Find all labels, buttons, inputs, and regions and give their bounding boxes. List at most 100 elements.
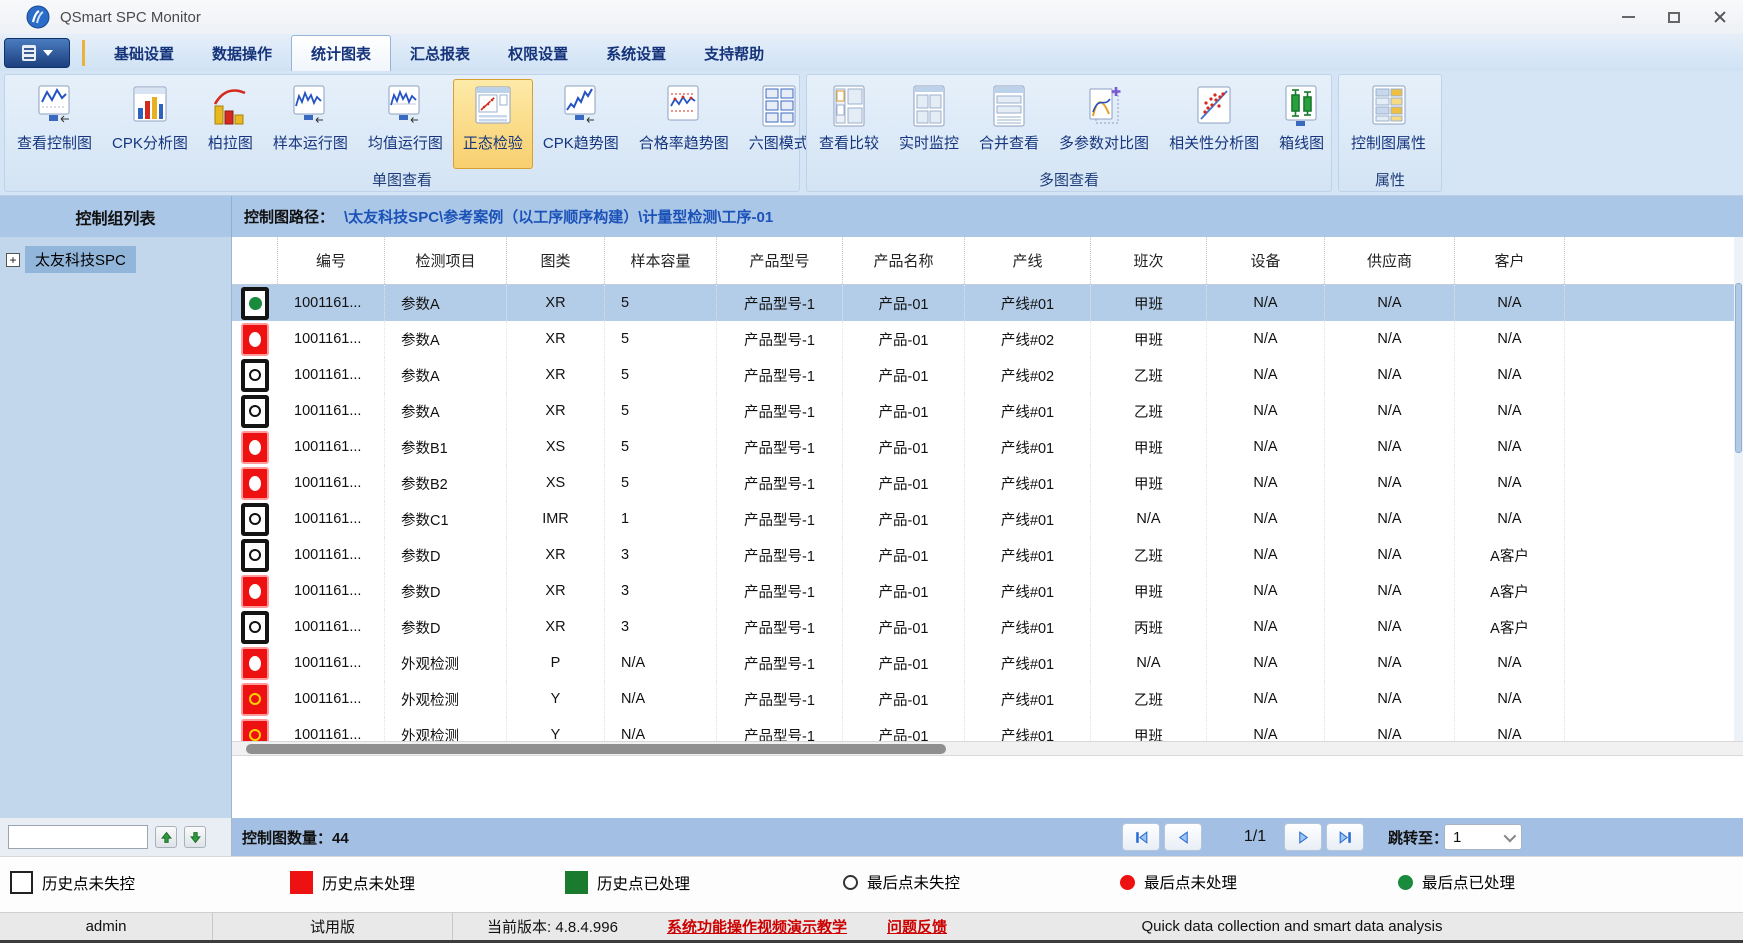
tab-6[interactable]: 系统设置 bbox=[587, 36, 685, 71]
table-row-3[interactable]: 1001161...参数AXR5产品型号-1产品-01产线#02乙班N/AN/A… bbox=[232, 357, 1743, 393]
column-header-5[interactable]: 产品型号 bbox=[717, 237, 843, 284]
column-header-4[interactable]: 样本容量 bbox=[605, 237, 717, 284]
tab-3[interactable]: 统计图表 bbox=[291, 35, 391, 71]
boxplot-icon bbox=[1281, 84, 1323, 128]
table-row-10[interactable]: 1001161...参数DXR3产品型号-1产品-01产线#01丙班N/AN/A… bbox=[232, 609, 1743, 645]
cell-检测项目: 参数A bbox=[385, 285, 507, 321]
table-row-12[interactable]: 1001161...外观检测YN/A产品型号-1产品-01产线#01乙班N/AN… bbox=[232, 681, 1743, 717]
status-cell bbox=[232, 537, 278, 573]
cell-编号: 1001161... bbox=[278, 645, 385, 681]
cell-图类: XR bbox=[507, 573, 605, 609]
hollow-circle-black-icon bbox=[241, 611, 269, 644]
多参数对比图-button[interactable]: 多参数对比图 bbox=[1049, 79, 1159, 169]
column-header-11[interactable]: 客户 bbox=[1455, 237, 1565, 284]
column-header-9[interactable]: 设备 bbox=[1207, 237, 1325, 284]
vertical-scrollbar[interactable] bbox=[1734, 237, 1743, 741]
table-row-1[interactable]: 1001161...参数AXR5产品型号-1产品-01产线#01甲班N/AN/A… bbox=[232, 285, 1743, 321]
minimize-button[interactable] bbox=[1605, 2, 1651, 32]
column-header-7[interactable]: 产线 bbox=[965, 237, 1091, 284]
first-page-icon bbox=[1133, 829, 1150, 846]
column-header-1[interactable]: 编号 bbox=[278, 237, 385, 284]
cell-样本容量: 3 bbox=[605, 573, 717, 609]
cell-检测项目: 参数D bbox=[385, 537, 507, 573]
video-tutorial-link[interactable]: 系统功能操作视频演示教学 bbox=[667, 916, 847, 937]
status-edition: 试用版 bbox=[212, 913, 452, 940]
next-page-icon bbox=[1295, 829, 1312, 846]
app-menu-button[interactable] bbox=[4, 38, 70, 68]
status-tagline: Quick data collection and smart data ana… bbox=[972, 913, 1612, 940]
table-row-4[interactable]: 1001161...参数AXR5产品型号-1产品-01产线#01乙班N/AN/A… bbox=[232, 393, 1743, 429]
查看控制图-button[interactable]: 查看控制图 bbox=[7, 79, 102, 169]
tree-expander-icon[interactable]: + bbox=[6, 253, 20, 267]
tab-1[interactable]: 基础设置 bbox=[95, 36, 193, 71]
tab-5[interactable]: 权限设置 bbox=[489, 36, 587, 71]
样本运行图-button[interactable]: 样本运行图 bbox=[263, 79, 358, 169]
table-row-13[interactable]: 1001161...外观检测YN/A产品型号-1产品-01产线#01甲班N/AN… bbox=[232, 717, 1743, 741]
CPK趋势图-button[interactable]: CPK趋势图 bbox=[533, 79, 629, 169]
last-page-button[interactable] bbox=[1326, 823, 1364, 851]
合格率趋势图-button[interactable]: 合格率趋势图 bbox=[629, 79, 739, 169]
table-row-6[interactable]: 1001161...参数B2XS5产品型号-1产品-01产线#01甲班N/AN/… bbox=[232, 465, 1743, 501]
correlation-icon bbox=[1193, 84, 1235, 128]
next-page-button[interactable] bbox=[1284, 823, 1322, 851]
column-header-3[interactable]: 图类 bbox=[507, 237, 605, 284]
柏拉图-button[interactable]: 柏拉图 bbox=[198, 79, 263, 169]
cell-产品型号: 产品型号-1 bbox=[717, 681, 843, 717]
ribbon-button-label: 合并查看 bbox=[979, 132, 1039, 153]
table-row-2[interactable]: 1001161...参数AXR5产品型号-1产品-01产线#02甲班N/AN/A… bbox=[232, 321, 1743, 357]
相关性分析图-button[interactable]: 相关性分析图 bbox=[1159, 79, 1269, 169]
cell-产品型号: 产品型号-1 bbox=[717, 321, 843, 357]
first-page-button[interactable] bbox=[1122, 823, 1160, 851]
mean-run-icon bbox=[384, 84, 426, 128]
vertical-scrollbar-thumb[interactable] bbox=[1735, 283, 1742, 453]
cell-班次: 甲班 bbox=[1091, 465, 1207, 501]
cell-编号: 1001161... bbox=[278, 429, 385, 465]
table-row-11[interactable]: 1001161...外观检测PN/A产品型号-1产品-01产线#01N/AN/A… bbox=[232, 645, 1743, 681]
控制图属性-button[interactable]: 控制图属性 bbox=[1341, 79, 1436, 169]
cell-产品型号: 产品型号-1 bbox=[717, 717, 843, 741]
正态检验-button[interactable]: 正态检验 bbox=[453, 79, 533, 169]
cell-编号: 1001161... bbox=[278, 321, 385, 357]
horizontal-scrollbar-thumb[interactable] bbox=[246, 744, 946, 754]
move-down-button[interactable] bbox=[184, 826, 206, 848]
实时监控-button[interactable]: 实时监控 bbox=[889, 79, 969, 169]
chevron-down-icon bbox=[1504, 829, 1517, 842]
horizontal-scrollbar[interactable] bbox=[232, 741, 1743, 756]
last-page-icon bbox=[1337, 829, 1354, 846]
箱线图-button[interactable]: 箱线图 bbox=[1269, 79, 1334, 169]
合并查看-button[interactable]: 合并查看 bbox=[969, 79, 1049, 169]
chart-path-label: 控制图路径： bbox=[244, 206, 334, 227]
close-button[interactable] bbox=[1697, 2, 1743, 32]
cell-设备: N/A bbox=[1207, 537, 1325, 573]
jump-page-select[interactable]: 1 bbox=[1444, 824, 1522, 850]
tab-4[interactable]: 汇总报表 bbox=[391, 36, 489, 71]
legend-label: 最后点已处理 bbox=[1422, 871, 1515, 893]
status-user: admin bbox=[0, 913, 212, 940]
group-filter-input[interactable] bbox=[8, 825, 148, 849]
move-up-button[interactable] bbox=[155, 826, 177, 848]
cell-编号: 1001161... bbox=[278, 537, 385, 573]
ribbon-button-label: 合格率趋势图 bbox=[639, 132, 729, 153]
column-header-6[interactable]: 产品名称 bbox=[843, 237, 965, 284]
查看比较-button[interactable]: 查看比较 bbox=[809, 79, 889, 169]
feedback-link[interactable]: 问题反馈 bbox=[887, 916, 947, 937]
CPK分析图-button[interactable]: CPK分析图 bbox=[102, 79, 198, 169]
column-header-10[interactable]: 供应商 bbox=[1325, 237, 1455, 284]
table-row-5[interactable]: 1001161...参数B1XS5产品型号-1产品-01产线#01甲班N/AN/… bbox=[232, 429, 1743, 465]
previous-page-button[interactable] bbox=[1164, 823, 1202, 851]
tab-7[interactable]: 支持帮助 bbox=[685, 36, 783, 71]
tab-2[interactable]: 数据操作 bbox=[193, 36, 291, 71]
均值运行图-button[interactable]: 均值运行图 bbox=[358, 79, 453, 169]
table-row-7[interactable]: 1001161...参数C1IMR1产品型号-1产品-01产线#01N/AN/A… bbox=[232, 501, 1743, 537]
jump-to-label: 跳转至： bbox=[1388, 818, 1448, 856]
column-header-8[interactable]: 班次 bbox=[1091, 237, 1207, 284]
table-row-8[interactable]: 1001161...参数DXR3产品型号-1产品-01产线#01乙班N/AN/A… bbox=[232, 537, 1743, 573]
cell-产品名称: 产品-01 bbox=[843, 681, 965, 717]
normality-test-icon bbox=[472, 84, 514, 128]
tree-item-root[interactable]: + 太友科技SPC bbox=[6, 246, 231, 273]
cell-产线: 产线#01 bbox=[965, 645, 1091, 681]
maximize-button[interactable] bbox=[1651, 2, 1697, 32]
table-row-9[interactable]: 1001161...参数DXR3产品型号-1产品-01产线#01甲班N/AN/A… bbox=[232, 573, 1743, 609]
cell-样本容量: 5 bbox=[605, 285, 717, 321]
column-header-2[interactable]: 检测项目 bbox=[385, 237, 507, 284]
